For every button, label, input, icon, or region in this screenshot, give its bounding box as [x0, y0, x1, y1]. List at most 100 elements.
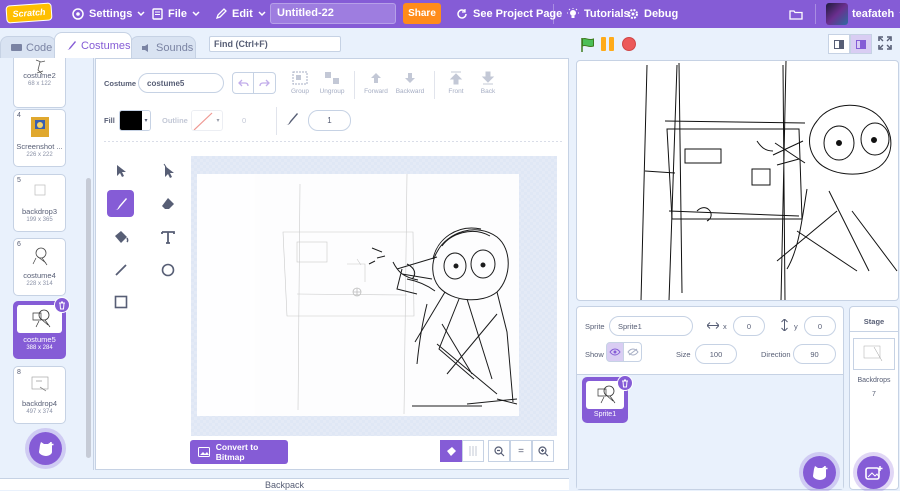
- circle-icon: [161, 263, 174, 276]
- rectangle-tool[interactable]: [107, 288, 134, 315]
- zoom-out-button[interactable]: [488, 440, 510, 462]
- fullscreen-icon[interactable]: [878, 36, 892, 50]
- file-icon: [152, 8, 163, 20]
- toolbar-divider: [104, 141, 562, 142]
- costume-thumbnail: [31, 376, 49, 392]
- select-tool[interactable]: [107, 157, 134, 184]
- group-button[interactable]: Group: [282, 71, 318, 95]
- outline-width-value[interactable]: 0: [242, 116, 246, 125]
- edit-menu[interactable]: Edit: [215, 0, 266, 28]
- scratch-logo[interactable]: Scratch: [5, 2, 53, 24]
- outline-color-picker[interactable]: ▾: [191, 110, 223, 131]
- add-costume-button[interactable]: [29, 432, 62, 465]
- costume-item[interactable]: 6 costume4 228 x 314: [13, 238, 66, 296]
- hide-button[interactable]: [624, 342, 642, 362]
- costume-label: Costume: [104, 79, 137, 88]
- share-button[interactable]: Share: [403, 3, 441, 24]
- tab-sounds[interactable]: Sounds: [130, 36, 196, 58]
- costume-number: 7: [18, 305, 22, 312]
- costume-item[interactable]: costume2 68 x 122: [13, 58, 66, 108]
- costume-item[interactable]: 4 Screenshot ... 226 x 222: [13, 109, 66, 167]
- add-backdrop-button[interactable]: [857, 456, 890, 489]
- zoom-in-button[interactable]: [532, 440, 554, 462]
- back-icon: [481, 71, 495, 85]
- ungroup-button[interactable]: Ungroup: [314, 71, 350, 95]
- vector-mode-button[interactable]: [440, 440, 462, 462]
- tab-costumes[interactable]: Costumes: [54, 32, 132, 58]
- menu-divider: [815, 4, 816, 24]
- see-project-page-button[interactable]: See Project Page: [456, 0, 562, 28]
- green-flag-icon[interactable]: [580, 37, 596, 53]
- reshape-tool[interactable]: [154, 157, 181, 184]
- size-input[interactable]: 100: [695, 344, 737, 364]
- username: teafateh: [852, 8, 895, 20]
- toolbar-divider: [434, 71, 435, 99]
- outline-label: Outline: [162, 116, 188, 125]
- add-sprite-button[interactable]: [803, 456, 836, 489]
- undo-button[interactable]: [232, 72, 254, 94]
- sprite-name-input[interactable]: Sprite1: [609, 316, 693, 336]
- file-menu[interactable]: File: [152, 0, 200, 28]
- my-stuff-button[interactable]: [789, 0, 803, 28]
- delete-sprite-button[interactable]: [617, 375, 633, 391]
- y-input[interactable]: 0: [804, 316, 836, 336]
- project-title-input[interactable]: Untitled-22: [270, 3, 396, 24]
- bitmap-mode-button[interactable]: [462, 440, 484, 462]
- tab-costumes-label: Costumes: [81, 39, 131, 52]
- gear-icon: [628, 9, 638, 19]
- brush-tool[interactable]: [107, 190, 134, 217]
- direction-input[interactable]: 90: [793, 344, 836, 364]
- trash-icon: [622, 379, 628, 387]
- find-input[interactable]: Find (Ctrl+F): [209, 36, 341, 52]
- costume-item[interactable]: 8 backdrop4 497 x 374: [13, 366, 66, 424]
- delete-costume-button[interactable]: [54, 297, 70, 313]
- backpack-header[interactable]: Backpack: [0, 478, 569, 490]
- paint-canvas[interactable]: [191, 156, 557, 436]
- cat-plus-icon: [812, 465, 827, 480]
- sprite-thumbnail: [597, 385, 616, 404]
- debug-button[interactable]: Debug: [627, 0, 678, 28]
- small-stage-button[interactable]: [828, 34, 850, 54]
- direction-label: Direction: [761, 350, 791, 359]
- account-menu[interactable]: teafateh: [852, 0, 900, 28]
- convert-to-bitmap-button[interactable]: Convert to Bitmap: [190, 440, 288, 464]
- visibility-toggle: [606, 342, 642, 362]
- stage-pane-divider: [850, 331, 898, 332]
- back-button[interactable]: Back: [470, 71, 506, 95]
- backdrop-plus-icon: [864, 465, 882, 480]
- zoom-reset-button[interactable]: =: [510, 440, 532, 462]
- costume-name-input[interactable]: costume5: [138, 73, 224, 93]
- costume-item[interactable]: 5 backdrop3 199 x 365: [13, 174, 66, 232]
- line-tool[interactable]: [107, 256, 134, 283]
- brush-size-input[interactable]: 1: [308, 110, 351, 131]
- trash-icon: [59, 301, 65, 309]
- large-stage-button[interactable]: [850, 34, 872, 54]
- ungroup-icon: [325, 72, 339, 84]
- tab-code[interactable]: Code: [0, 36, 56, 58]
- fill-color-picker[interactable]: ▾: [119, 110, 151, 131]
- avatar[interactable]: [826, 3, 848, 25]
- pause-button[interactable]: [601, 37, 614, 51]
- eraser-tool[interactable]: [154, 190, 181, 217]
- stage[interactable]: [576, 60, 899, 301]
- stage-size-toggle: [828, 34, 872, 54]
- text-tool[interactable]: [154, 223, 181, 250]
- costume-canvas[interactable]: [197, 173, 519, 416]
- redo-button[interactable]: [254, 72, 276, 94]
- x-input[interactable]: 0: [733, 316, 765, 336]
- forward-button[interactable]: Forward: [358, 71, 394, 95]
- file-label: File: [168, 8, 187, 20]
- costume-list-scrollbar[interactable]: [86, 178, 91, 458]
- edit-label: Edit: [232, 8, 253, 20]
- front-button[interactable]: Front: [438, 71, 474, 95]
- costume-drawing: [282, 173, 518, 415]
- forward-label: Forward: [364, 88, 388, 95]
- show-button[interactable]: [606, 342, 624, 362]
- backward-button[interactable]: Backward: [392, 71, 428, 95]
- toolbar-divider: [354, 71, 355, 99]
- fill-tool[interactable]: [107, 223, 134, 250]
- circle-tool[interactable]: [154, 256, 181, 283]
- stop-button[interactable]: [622, 37, 636, 51]
- settings-menu[interactable]: Settings: [72, 0, 145, 28]
- tutorials-button[interactable]: Tutorials: [567, 0, 630, 28]
